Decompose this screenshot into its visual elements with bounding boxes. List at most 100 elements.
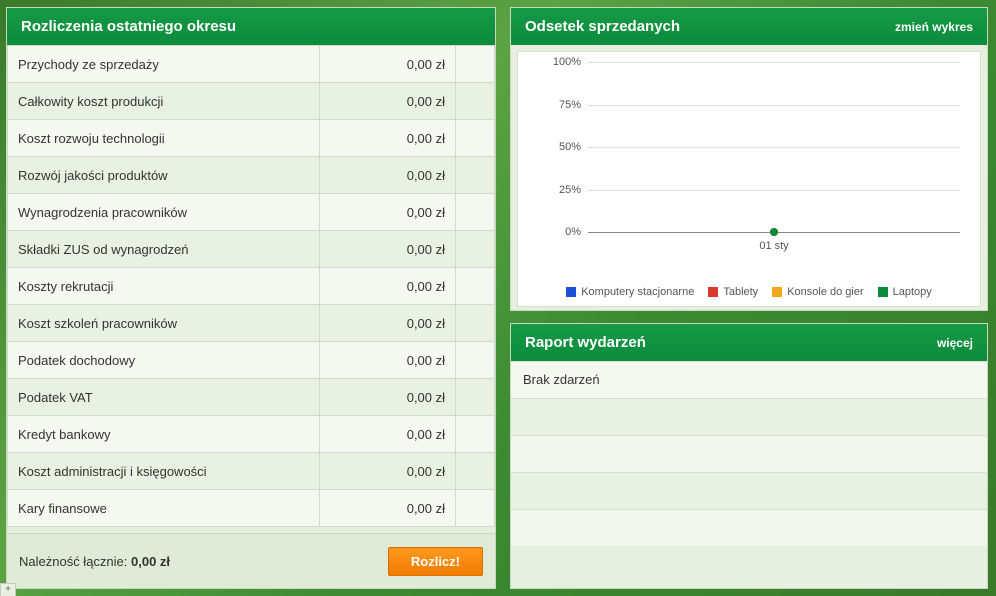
row-label: Całkowity koszt produkcji [8, 83, 320, 120]
row-value: 0,00 zł [319, 231, 455, 268]
legend-item[interactable]: Tablety [708, 286, 758, 298]
row-label: Rozwój jakości produktów [8, 157, 320, 194]
row-label: Kredyt bankowy [8, 416, 320, 453]
legend-label: Konsole do gier [787, 286, 863, 298]
row-value: 0,00 zł [319, 157, 455, 194]
chart-y-tick: 75% [526, 99, 581, 111]
chart-y-tick: 50% [526, 141, 581, 153]
settlements-total: Należność łącznie: 0,00 zł [19, 554, 170, 569]
chart-y-tick: 0% [526, 226, 581, 238]
table-row: Koszty rekrutacji0,00 zł [8, 268, 495, 305]
chart-panel: Odsetek sprzedanych zmień wykres 0%25%50… [510, 7, 988, 311]
table-row: Rozwój jakości produktów0,00 zł [8, 157, 495, 194]
legend-swatch [772, 287, 782, 297]
chart-y-tick: 100% [526, 56, 581, 68]
row-pad [456, 46, 495, 83]
row-value: 0,00 zł [319, 268, 455, 305]
chart-title: Odsetek sprzedanych [525, 18, 680, 35]
chart-gridline [588, 190, 960, 191]
settlements-footer: Należność łącznie: 0,00 zł Rozlicz! [7, 533, 495, 588]
events-title: Raport wydarzeń [525, 334, 646, 351]
table-row: Kredyt bankowy0,00 zł [8, 416, 495, 453]
row-pad [456, 83, 495, 120]
row-pad [456, 379, 495, 416]
chart-data-point [770, 228, 778, 236]
row-pad [456, 490, 495, 527]
table-row: Wynagrodzenia pracowników0,00 zł [8, 194, 495, 231]
legend-swatch [708, 287, 718, 297]
table-row: Koszt administracji i księgowości0,00 zł [8, 453, 495, 490]
chart-gridline [588, 105, 960, 106]
row-value: 0,00 zł [319, 305, 455, 342]
row-label: Kary finansowe [8, 490, 320, 527]
table-row: Składki ZUS od wynagrodzeń0,00 zł [8, 231, 495, 268]
row-label: Podatek VAT [8, 379, 320, 416]
row-pad [456, 416, 495, 453]
legend-swatch [878, 287, 888, 297]
chart-plot-area: 0%25%50%75%100%01 sty [588, 62, 960, 232]
settlements-table: Przychody ze sprzedaży0,00 złCałkowity k… [7, 45, 495, 527]
row-value: 0,00 zł [319, 416, 455, 453]
events-header: Raport wydarzeń więcej [511, 324, 987, 361]
row-value: 0,00 zł [319, 490, 455, 527]
table-row: Koszt szkoleń pracowników0,00 zł [8, 305, 495, 342]
row-value: 0,00 zł [319, 453, 455, 490]
change-chart-link[interactable]: zmień wykres [895, 20, 973, 34]
event-row-empty [511, 509, 987, 546]
chart-y-tick: 25% [526, 184, 581, 196]
row-label: Podatek dochodowy [8, 342, 320, 379]
legend-swatch [566, 287, 576, 297]
chart-gridline [588, 147, 960, 148]
row-label: Koszt administracji i księgowości [8, 453, 320, 490]
chart-x-tick: 01 sty [759, 240, 788, 252]
event-row: Brak zdarzeń [511, 361, 987, 398]
total-label-text: Należność łącznie: [19, 554, 127, 569]
row-pad [456, 453, 495, 490]
row-label: Koszt rozwoju technologii [8, 120, 320, 157]
events-panel: Raport wydarzeń więcej Brak zdarzeń [510, 323, 988, 589]
row-label: Koszt szkoleń pracowników [8, 305, 320, 342]
legend-label: Komputery stacjonarne [581, 286, 694, 298]
row-pad [456, 268, 495, 305]
chart-gridline [588, 62, 960, 63]
row-label: Wynagrodzenia pracowników [8, 194, 320, 231]
table-row: Podatek dochodowy0,00 zł [8, 342, 495, 379]
settlements-title: Rozliczenia ostatniego okresu [21, 18, 236, 35]
row-pad [456, 194, 495, 231]
row-pad [456, 231, 495, 268]
chart-legend: Komputery stacjonarne Tablety Konsole do g… [518, 286, 980, 298]
row-label: Przychody ze sprzedaży [8, 46, 320, 83]
events-more-link[interactable]: więcej [937, 336, 973, 350]
event-row-empty [511, 398, 987, 435]
row-value: 0,00 zł [319, 342, 455, 379]
table-row: Całkowity koszt produkcji0,00 zł [8, 83, 495, 120]
events-body: Brak zdarzeń [511, 361, 987, 546]
legend-item[interactable]: Laptopy [878, 286, 932, 298]
settlements-header: Rozliczenia ostatniego okresu [7, 8, 495, 45]
chart-header: Odsetek sprzedanych zmień wykres [511, 8, 987, 45]
event-row-empty [511, 435, 987, 472]
row-pad [456, 120, 495, 157]
row-value: 0,00 zł [319, 46, 455, 83]
table-row: Podatek VAT0,00 zł [8, 379, 495, 416]
legend-item[interactable]: Komputery stacjonarne [566, 286, 694, 298]
legend-label: Tablety [723, 286, 758, 298]
settlements-panel: Rozliczenia ostatniego okresu Przychody … [6, 7, 496, 589]
total-value: 0,00 zł [131, 554, 170, 569]
row-value: 0,00 zł [319, 194, 455, 231]
row-label: Koszty rekrutacji [8, 268, 320, 305]
chart-body: 0%25%50%75%100%01 sty Komputery stacjona… [517, 51, 981, 307]
table-row: Przychody ze sprzedaży0,00 zł [8, 46, 495, 83]
row-value: 0,00 zł [319, 379, 455, 416]
row-pad [456, 342, 495, 379]
legend-item[interactable]: Konsole do gier [772, 286, 863, 298]
table-row: Kary finansowe0,00 zł [8, 490, 495, 527]
row-value: 0,00 zł [319, 83, 455, 120]
row-label: Składki ZUS od wynagrodzeń [8, 231, 320, 268]
settle-button[interactable]: Rozlicz! [388, 547, 483, 576]
plus-tab[interactable]: + [0, 583, 16, 596]
table-row: Koszt rozwoju technologii0,00 zł [8, 120, 495, 157]
row-pad [456, 157, 495, 194]
row-pad [456, 305, 495, 342]
legend-label: Laptopy [893, 286, 932, 298]
